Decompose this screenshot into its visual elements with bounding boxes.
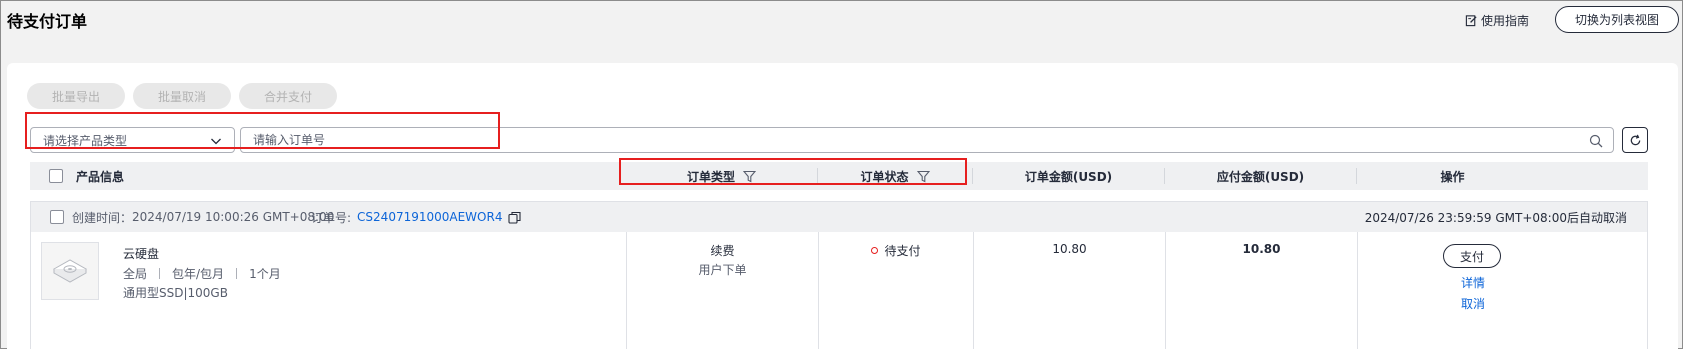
col-order-status: 订单状态	[818, 162, 972, 190]
merge-pay-button[interactable]: 合并支付	[239, 83, 337, 109]
product-type-select-label: 请选择产品类型	[43, 133, 128, 148]
order-source: 用户下单	[698, 263, 747, 277]
edit-doc-icon	[1465, 15, 1477, 27]
pay-button[interactable]: 支付	[1443, 244, 1501, 268]
order-number-label: 订单号:	[311, 210, 352, 225]
batch-cancel-button[interactable]: 批量取消	[133, 83, 231, 109]
table-header: 产品信息 订单类型 订单状态 订单金额(USD) 应付金额(USD) 操作	[30, 162, 1648, 190]
status-dot-icon	[871, 247, 879, 254]
created-time-label: 创建时间：	[72, 210, 133, 225]
page-frame: 待支付订单 使用指南 切换为列表视图 批量导出 批量取消 合并支付 请选择产品类…	[0, 0, 1683, 349]
order-checkbox[interactable]	[50, 210, 64, 224]
orders-card: 批量导出 批量取消 合并支付 请选择产品类型 请输入订单号 产品信息 订单类型 …	[7, 63, 1678, 349]
order-status-cell: 待支付	[819, 242, 973, 259]
order-type-cell: 续费 用户下单	[627, 242, 818, 278]
order-number: 订单号: CS2407191000AEWOR4	[311, 202, 522, 232]
order-row: 创建时间： 2024/07/19 10:00:26 GMT+08:00 订单号:…	[30, 201, 1648, 349]
col-product-info: 产品信息	[76, 169, 125, 184]
page-title: 待支付订单	[7, 12, 88, 31]
payable-amount-cell: 10.80	[1242, 242, 1281, 256]
refresh-icon	[1630, 134, 1640, 145]
product-billing-mode: 包年/包月	[172, 267, 225, 281]
product-spec: 通用型SSD|100GB	[123, 286, 228, 300]
order-amount-cell: 10.80	[1052, 242, 1087, 256]
filter-icon[interactable]	[743, 170, 756, 183]
select-all-checkbox[interactable]	[49, 169, 63, 183]
order-checkbox-cell	[50, 202, 64, 232]
order-created-time: 创建时间： 2024/07/19 10:00:26 GMT+08:00	[72, 202, 334, 232]
product-attributes: 全局 包年/包月 1个月	[123, 265, 281, 282]
batch-export-button[interactable]: 批量导出	[27, 83, 125, 109]
auto-cancel-time: 2024/07/26 23:59:59 GMT+08:00后自动取消	[1364, 210, 1627, 225]
col-operations: 操作	[1440, 169, 1465, 184]
switch-to-list-view-button[interactable]: 切换为列表视图	[1555, 6, 1679, 33]
col-order-type: 订单类型	[626, 162, 817, 190]
user-guide-label: 使用指南	[1481, 14, 1530, 28]
cloud-disk-icon	[52, 259, 88, 283]
order-status-value: 待支付	[884, 244, 921, 258]
order-row-header: 创建时间： 2024/07/19 10:00:26 GMT+08:00 订单号:…	[31, 202, 1647, 232]
col-payable-amount: 应付金额(USD)	[1216, 169, 1305, 184]
product-type-select[interactable]: 请选择产品类型	[30, 127, 235, 153]
attr-divider	[159, 268, 161, 279]
product-thumbnail	[41, 242, 99, 300]
created-time-value: 2024/07/19 10:00:26 GMT+08:00	[132, 210, 335, 224]
order-number-link[interactable]: CS2407191000AEWOR4	[357, 210, 502, 224]
order-number-input[interactable]	[253, 133, 1553, 147]
col-order-type-label: 订单类型	[686, 169, 735, 184]
col-order-amount: 订单金额(USD)	[1024, 169, 1113, 184]
filter-icon[interactable]	[916, 170, 930, 183]
product-name: 云硬盘	[123, 247, 160, 261]
product-region: 全局	[123, 267, 148, 281]
cell-divider	[1357, 232, 1358, 349]
order-type-value: 续费	[710, 244, 735, 258]
order-number-search[interactable]	[240, 127, 1614, 153]
search-icon[interactable]	[1589, 134, 1603, 148]
copy-icon[interactable]	[508, 211, 522, 224]
detail-link[interactable]: 详情	[1461, 274, 1485, 291]
col-order-status-label: 订单状态	[860, 169, 909, 184]
order-row-body: 云硬盘 全局 包年/包月 1个月 通用型SSD|100GB 续费 用户下单 待支…	[31, 232, 1647, 349]
attr-divider	[236, 268, 238, 279]
select-all-cell	[49, 162, 63, 190]
product-duration: 1个月	[249, 267, 281, 281]
refresh-button[interactable]	[1622, 127, 1648, 153]
cancel-link[interactable]: 取消	[1461, 295, 1485, 312]
chevron-down-icon	[211, 138, 221, 145]
user-guide-link[interactable]: 使用指南	[1465, 12, 1529, 29]
